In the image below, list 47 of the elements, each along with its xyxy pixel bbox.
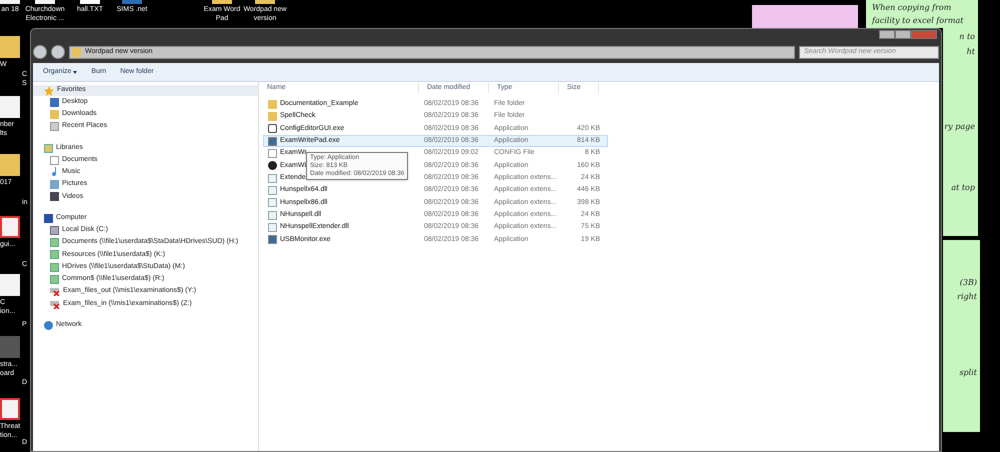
file-icon: [0, 0, 20, 4]
disconnected-drive-icon: [50, 300, 60, 308]
note-text: right: [957, 292, 977, 302]
file-icon: [35, 0, 55, 4]
film-icon: [50, 192, 59, 202]
document-icon: [50, 156, 59, 165]
folder-icon: [255, 0, 275, 4]
text-icon: [80, 0, 100, 4]
desktop-icon: [50, 98, 59, 107]
maximize-button[interactable]: [895, 30, 911, 39]
disconnected-drive-icon: [50, 287, 60, 296]
folder-icon: [212, 0, 232, 4]
note-text: ht: [966, 47, 975, 57]
pdf-icon: [0, 216, 20, 238]
computer-icon: [44, 214, 53, 224]
note-text: n to: [959, 32, 975, 42]
folder-icon: [0, 36, 20, 58]
sticky-note[interactable]: (3B) right split: [943, 240, 980, 432]
sticky-note[interactable]: n to ht ry page at top: [943, 28, 978, 236]
app-icon: [122, 0, 142, 4]
back-button[interactable]: [33, 45, 47, 59]
document-icon: [268, 149, 277, 158]
window-icon: [268, 235, 277, 244]
music-note-icon: [50, 167, 59, 178]
downloads-icon: [50, 110, 59, 119]
star-icon: [44, 86, 54, 96]
file-icon: [0, 274, 20, 296]
drive-icon: [50, 226, 59, 235]
forward-button[interactable]: [51, 45, 65, 59]
file-icon: [0, 96, 20, 118]
recent-places-icon: [50, 122, 59, 132]
monitor-icon: [0, 336, 20, 358]
note-text: When copying from: [872, 3, 952, 13]
network-icon: [44, 321, 53, 330]
folder-icon: [72, 48, 81, 56]
library-icon: [44, 144, 53, 153]
note-text: split: [959, 368, 977, 378]
note-text: (3B): [960, 278, 977, 288]
folder-icon: [0, 154, 20, 176]
note-text: ry page: [944, 122, 975, 132]
caret-icon: [73, 70, 78, 74]
minimize-button[interactable]: [879, 30, 895, 39]
window-icon: [268, 136, 277, 146]
note-text: facility to excel format: [872, 16, 964, 26]
note-text: at top: [951, 183, 975, 193]
pictures-icon: [50, 180, 59, 190]
pdf-icon: [0, 398, 20, 420]
